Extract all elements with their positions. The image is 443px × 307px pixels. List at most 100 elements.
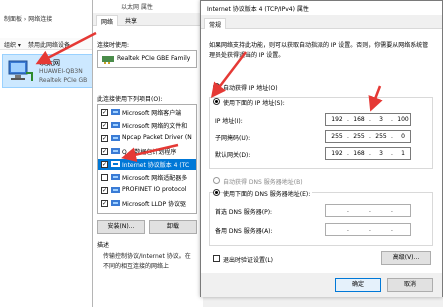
item-label: Npcap Packet Driver (N (122, 134, 192, 141)
octet-dot: . (369, 226, 371, 233)
adapter-name: 以太网 (39, 59, 60, 67)
octet-dot: . (391, 207, 393, 214)
connect-using-label: 连接时使用: (97, 42, 130, 49)
preferred-dns-label: 首选 DNS 服务器(P): (215, 209, 273, 216)
gateway-octet-3: 3 (379, 150, 383, 157)
manual-ip-label: 使用下面的 IP 地址(S): (223, 98, 287, 107)
items-label: 此连接使用下列项目(O): (97, 96, 163, 103)
item-checkbox[interactable]: ✓ (101, 122, 108, 129)
description-label: 描述 (97, 242, 110, 249)
ip-octet-4: 100 (397, 116, 409, 123)
tab-general[interactable]: 常规 (204, 18, 227, 29)
item-label: Microsoft 网络的文件和 (122, 123, 188, 130)
auto-dns-radio[interactable] (213, 177, 220, 184)
network-connections-window: 制面板 › 网络连接 组织 ▾ 禁用此网络设备 以太网 HUAWEI-QB3N … (0, 0, 100, 307)
item-checkbox[interactable]: ✓ (101, 161, 108, 168)
ip-address-label: IP 地址(I): (215, 118, 243, 125)
item-checkbox[interactable]: ✓ (101, 109, 108, 116)
alternate-dns-field[interactable]: ... (325, 223, 411, 236)
ip-address-field[interactable]: 192. 168. 3. 100 (325, 113, 411, 126)
ipv4-title-bar: Internet 协议版本 4 (TCP/IPv4) 属性 (201, 1, 442, 15)
auto-dns-label: 自动获得 DNS 服务器地址(B) (223, 179, 303, 186)
ipv4-title: Internet 协议版本 4 (TCP/IPv4) 属性 (207, 6, 309, 13)
octet-dot: . (347, 207, 349, 214)
ipv4-properties-dialog: Internet 协议版本 4 (TCP/IPv4) 属性 常规 如果网络支持此… (200, 0, 443, 297)
nic-box: Realtek PCIe GBE Family (97, 50, 197, 68)
uninstall-button[interactable]: 卸载 (149, 220, 197, 234)
list-item[interactable]: ✓ Q... 数据包计划程序 (98, 146, 196, 157)
ethernet-properties-window: 以太网 属性 网络 共享 连接时使用: Realtek PCIe GBE Fam… (92, 0, 203, 307)
subnet-octet-1: 255 (331, 133, 343, 140)
ok-button[interactable]: 确定 (335, 278, 381, 292)
item-label: Microsoft 网络适配器多 (122, 175, 188, 182)
toolbar: 组织 ▾ 禁用此网络设备 (0, 38, 100, 50)
validate-checkbox[interactable] (213, 255, 220, 262)
gateway-octet-2: 168 (353, 150, 365, 157)
ethernet-adapter-item[interactable]: 以太网 HUAWEI-QB3N Realtek PCIe GB (2, 54, 98, 88)
subnet-label: 子网掩码(U): (215, 135, 251, 142)
tab-sharing[interactable]: 共享 (121, 15, 141, 26)
item-label: Q... 数据包计划程序 (122, 149, 177, 156)
protocol-icon (111, 187, 120, 193)
items-list: ✓ Microsoft 网络客户端 ✓ Microsoft 网络的文件和 ✓ Npcap … (97, 104, 197, 214)
gateway-label: 默认网关(D): (215, 152, 251, 159)
ipv4-body: 如果网络支持此功能，则可以获取自动指派的 IP 设置。否则，你需要从网络系统管理… (201, 29, 442, 273)
item-checkbox[interactable] (101, 174, 108, 181)
properties-panel: 连接时使用: Realtek PCIe GBE Family 此连接使用下列项目… (93, 26, 203, 307)
protocol-icon (111, 174, 120, 180)
octet-dot: . (391, 226, 393, 233)
properties-tabs: 网络 共享 (93, 13, 203, 26)
list-item[interactable]: ✓ Microsoft 网络客户端 (98, 107, 196, 118)
advanced-button[interactable]: 高级(V)... (381, 251, 431, 265)
cancel-button[interactable]: 取消 (387, 278, 433, 292)
item-checkbox[interactable]: ✓ (101, 135, 108, 142)
adapter-device: Realtek PCIe GB (39, 77, 88, 84)
protocol-icon (111, 200, 120, 206)
protocol-icon (111, 109, 120, 115)
list-item[interactable]: ✓ Microsoft LLDP 协议驱 (98, 198, 196, 209)
computer-network-icon (8, 60, 33, 81)
preferred-dns-field[interactable]: ... (325, 204, 411, 217)
protocol-icon (111, 161, 120, 167)
subnet-octet-2: 255 (353, 133, 365, 140)
octet-dot: . (347, 226, 349, 233)
item-checkbox[interactable]: ✓ (101, 200, 108, 207)
item-label: Internet 协议版本 4 (TC (122, 162, 190, 169)
organize-button[interactable]: 组织 ▾ (4, 40, 21, 49)
list-item[interactable]: Microsoft 网络适配器多 (98, 172, 196, 183)
list-item[interactable]: ✓ Microsoft 网络的文件和 (98, 120, 196, 131)
properties-title: 以太网 属性 (121, 4, 153, 11)
list-item[interactable]: ✓ Internet 协议版本 4 (TC (98, 159, 196, 170)
protocol-icon (111, 148, 120, 154)
ipv4-footer: 确定 取消 (201, 273, 442, 297)
install-button[interactable]: 安装(N)... (97, 220, 145, 234)
item-label: PROFINET IO protocol (122, 186, 187, 193)
gateway-octet-1: 192 (331, 150, 343, 157)
nic-name: Realtek PCIe GBE Family (117, 55, 191, 62)
network-adapter-icon (102, 56, 114, 64)
manual-ip-radio[interactable] (213, 98, 220, 105)
item-label: Microsoft 网络客户端 (122, 110, 182, 117)
auto-ip-radio[interactable] (213, 83, 220, 90)
protocol-icon (111, 135, 120, 141)
tab-network[interactable]: 网络 (96, 15, 119, 26)
protocol-icon (111, 122, 120, 128)
octet-dot: . (369, 207, 371, 214)
dns-group (209, 192, 433, 246)
manual-dns-radio[interactable] (213, 189, 220, 196)
item-label: Microsoft LLDP 协议驱 (122, 201, 187, 208)
ip-octet-2: 168 (353, 116, 365, 123)
item-checkbox[interactable]: ✓ (101, 187, 108, 194)
list-item[interactable]: ✓ Npcap Packet Driver (N (98, 133, 196, 144)
subnet-mask-field[interactable]: 255. 255. 255. 0 (325, 130, 411, 143)
disable-device-button[interactable]: 禁用此网络设备 (28, 40, 70, 49)
adapter-host: HUAWEI-QB3N (39, 68, 83, 75)
gateway-field[interactable]: 192. 168. 3. 1 (325, 147, 411, 160)
description-text: 传输控制协议/Internet 协议。在不同的相互连接的网络上 (103, 253, 191, 270)
subnet-octet-4: 0 (401, 133, 405, 140)
subnet-octet-3: 255 (375, 133, 387, 140)
ip-octet-3: 3 (379, 116, 383, 123)
item-checkbox[interactable]: ✓ (101, 148, 108, 155)
list-item[interactable]: ✓ PROFINET IO protocol (98, 185, 196, 196)
properties-title-bar: 以太网 属性 (93, 0, 203, 13)
